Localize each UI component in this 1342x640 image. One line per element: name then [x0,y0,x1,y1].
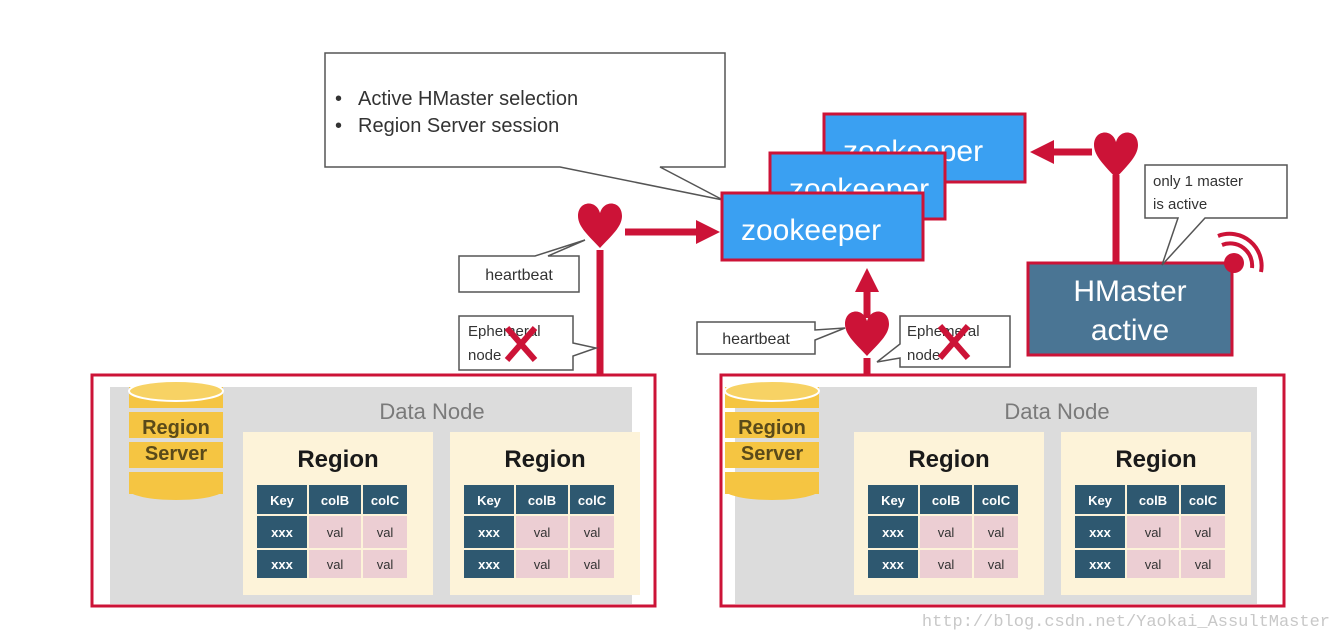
data-node-2: Data NodeRegionServer RegionKey colB colCxx… [719,373,1286,608]
data-node-title: Data Node [1004,399,1109,424]
data-node-title: Data Node [379,399,484,424]
table-row: xxx val val [257,550,407,578]
region-1: Region Key colB colC xxx val val xxx val val [243,432,433,595]
callout-item-region-server-session: Region Server session [358,115,559,137]
table-header-label: colB [1139,493,1167,508]
table-cell-value: val [377,525,394,540]
bullet-icon: • [335,115,342,137]
table-header-label: Key [270,493,295,508]
heartbeat-callout-right: heartbeat [696,321,846,355]
ephemeral-node-callout-right: Ephemeral node [876,315,1011,368]
table-cell-value: xxx [1089,525,1111,540]
region-server-label-line1: Region [142,417,210,439]
table-header-label: colB [321,493,349,508]
table-cell-value: xxx [271,525,293,540]
table-row: xxx val val [464,550,614,578]
table-cell-value: xxx [882,525,904,540]
table-header-label: colC [578,493,607,508]
region-2: Region Key colB colC xxx val val xxx val val [1061,432,1251,595]
data-node-1: Data NodeRegionServer RegionKey colB colCxx… [90,373,657,608]
table-row: xxx val val [464,516,614,548]
table-row: xxx val val [1075,550,1225,578]
region-title: Region [297,446,378,473]
table-row: xxx val val [868,550,1018,578]
table-cell-value: val [377,557,394,572]
region-server-label-line2: Server [145,443,207,465]
heartbeat-callout-left: heartbeat [458,239,586,293]
table-cell-value: val [1195,525,1212,540]
svg-text:is active: is active [1153,196,1207,213]
region-title: Region [504,446,585,473]
zookeeper-stack: zookeeper zookeeper zookeeper [720,112,1027,262]
region-title: Region [908,446,989,473]
table-cell-value: xxx [1089,557,1111,572]
table-cell-value: xxx [478,557,500,572]
left-heartbeat-chain [578,203,720,392]
table-header-label: colB [528,493,556,508]
table-row: xxx val val [868,516,1018,548]
svg-text:zookeeper: zookeeper [741,214,881,247]
svg-text:heartbeat: heartbeat [722,331,790,348]
table-cell-value: val [1145,557,1162,572]
svg-text:heartbeat: heartbeat [485,267,553,284]
region-2: Region Key colB colC xxx val val xxx val val [450,432,640,595]
watermark: http://blog.csdn.net/Yaokai_AssultMaster [921,613,1330,632]
hmaster-heart-icon [1094,132,1138,178]
bullet-icon: • [335,88,342,110]
table-header-label: Key [881,493,906,508]
callout-item-active-hmaster: Active HMaster selection [358,88,578,110]
table-cell-value: val [1145,525,1162,540]
table-cell-value: val [584,525,601,540]
svg-text:node: node [907,347,940,364]
hbase-zookeeper-diagram: • Active HMaster selection • Region Serv… [90,52,1288,608]
table-row: xxx val val [1075,516,1225,548]
svg-text:active: active [1091,314,1169,347]
right-heartbeat-chain [845,268,889,392]
table-cell-value: xxx [882,557,904,572]
table-row: xxx val val [257,516,407,548]
region-server-label-line1: Region [738,417,806,439]
table-cell-value: val [988,557,1005,572]
table-header-label: colC [371,493,400,508]
table-cell-value: val [938,557,955,572]
table-cell-value: val [327,557,344,572]
table-header-label: colC [1189,493,1218,508]
region-1: Region Key colB colC xxx val val xxx val val [854,432,1044,595]
table-header-label: Key [1088,493,1113,508]
table-header-label: colB [932,493,960,508]
zookeeper-node-front: zookeeper [720,191,925,262]
table-cell-value: val [938,525,955,540]
zookeeper-roles-callout: • Active HMaster selection • Region Serv… [324,52,726,201]
table-cell-value: xxx [271,557,293,572]
right-heart-icon [845,311,889,356]
svg-text:node: node [468,347,501,364]
table-header-label: colC [982,493,1011,508]
table-cell-value: val [1195,557,1212,572]
region-server-label-line2: Server [741,443,803,465]
ephemeral-node-callout-left: Ephemeral node [458,315,599,371]
table-cell-value: val [988,525,1005,540]
table-cell-value: val [534,525,551,540]
region-title: Region [1115,446,1196,473]
right-to-zookeeper-arrow-icon [855,268,879,292]
left-heart-icon [578,203,622,248]
table-cell-value: val [584,557,601,572]
table-cell-value: val [534,557,551,572]
data-nodes: Data NodeRegionServer RegionKey colB colCxx… [90,373,1286,608]
only-one-master-callout: only 1 master is active [1144,164,1288,266]
hmaster-to-zookeeper-arrow-icon [1030,140,1092,164]
svg-text:only 1 master: only 1 master [1153,173,1243,190]
table-cell-value: val [327,525,344,540]
svg-text:HMaster: HMaster [1073,275,1186,308]
table-header-label: Key [477,493,502,508]
table-cell-value: xxx [478,525,500,540]
left-to-zookeeper-arrow-icon [625,220,720,244]
